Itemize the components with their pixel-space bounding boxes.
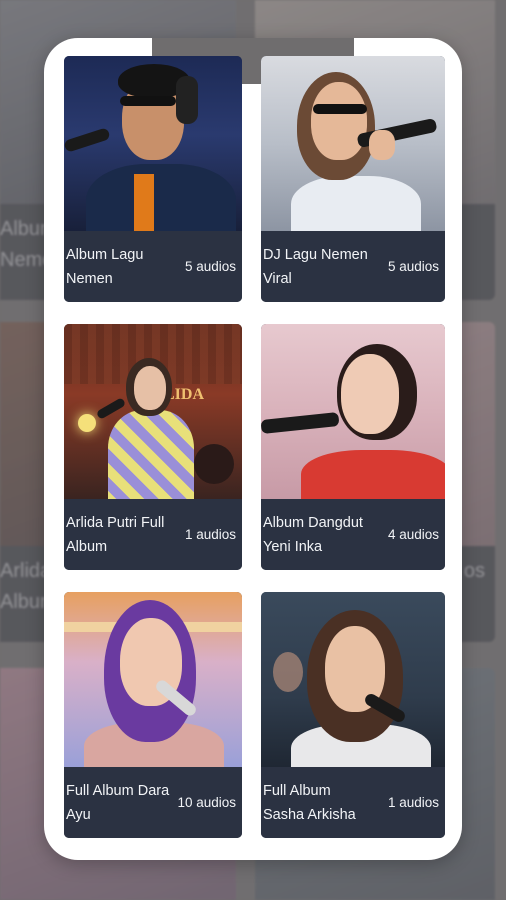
album-title: Full Album Dara Ayu [66,782,170,823]
album-card[interactable]: LIDA Arlida Putri Full Album 1 audios [64,324,242,570]
album-card[interactable]: Album Dangdut Yeni Inka 4 audios [261,324,445,570]
album-info-bar: Arlida Putri Full Album 1 audios [64,499,242,570]
album-info-bar: Album Dangdut Yeni Inka 4 audios [261,499,445,570]
album-thumbnail [64,56,242,231]
album-thumbnail [64,592,242,767]
album-title: Album Lagu Nemen [66,246,144,287]
album-audio-count: 1 audios [184,527,236,542]
album-info-bar: Album Lagu Nemen 5 audios [64,231,242,302]
album-audio-count: 1 audios [387,795,439,810]
album-card[interactable]: Full Album Sasha Arkisha 1 audios [261,592,445,838]
album-thumbnail: LIDA [64,324,242,499]
album-audio-count: 5 audios [184,259,236,274]
album-title: Album Dangdut Yeni Inka [263,514,363,555]
album-thumbnail [261,56,445,231]
album-title: Arlida Putri Full Album [66,514,165,555]
album-grid: Album Lagu Nemen 5 audios DJ Lagu Nemen … [64,56,445,838]
album-title: Full Album Sasha Arkisha [263,782,356,823]
album-card[interactable]: DJ Lagu Nemen Viral 5 audios [261,56,445,302]
album-card[interactable]: Full Album Dara Ayu 10 audios [64,592,242,838]
album-thumbnail [261,324,445,499]
album-title: DJ Lagu Nemen Viral [263,246,368,287]
album-info-bar: DJ Lagu Nemen Viral 5 audios [261,231,445,302]
album-thumbnail [261,592,445,767]
album-audio-count: 10 audios [177,795,236,810]
phone-frame: Album Lagu Nemen 5 audios DJ Lagu Nemen … [44,38,462,860]
album-audio-count: 4 audios [387,527,439,542]
album-info-bar: Full Album Sasha Arkisha 1 audios [261,767,445,838]
album-audio-count: 5 audios [387,259,439,274]
album-info-bar: Full Album Dara Ayu 10 audios [64,767,242,838]
album-card[interactable]: Album Lagu Nemen 5 audios [64,56,242,302]
